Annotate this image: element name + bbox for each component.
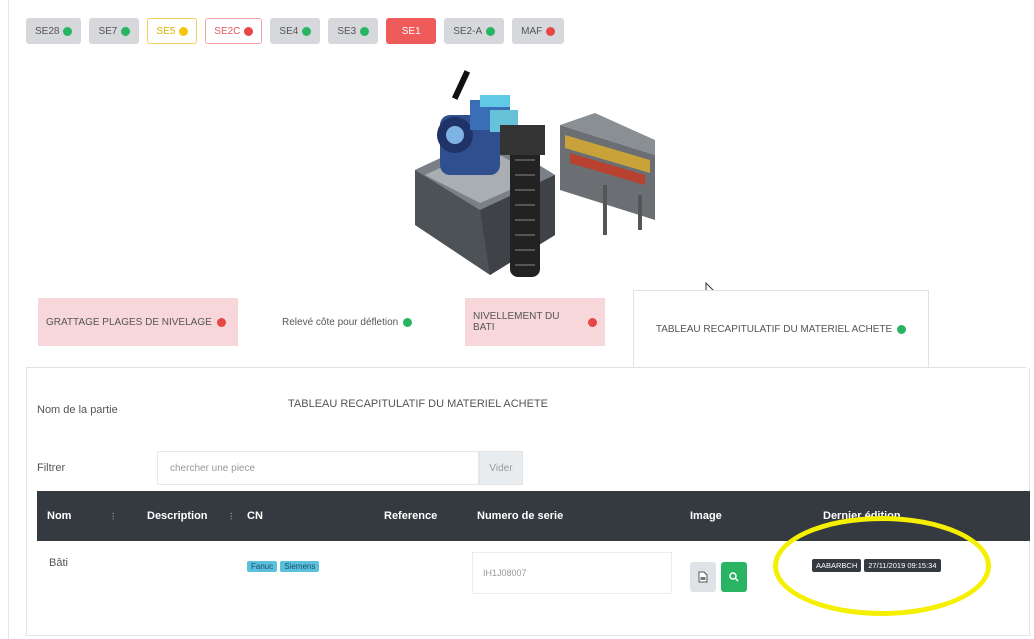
status-dot [588, 317, 597, 327]
tab-releve-cote[interactable]: Relevé côte pour défletion [274, 298, 434, 346]
column-header-cn[interactable]: CN [247, 491, 263, 541]
machine-image [415, 70, 655, 277]
status-dot [486, 26, 496, 36]
search-image-button[interactable] [721, 562, 747, 592]
cn-badge: Siemens [280, 561, 320, 572]
tab-grattage-plages[interactable]: GRATTAGE PLAGES DE NIVELAGE [38, 298, 238, 346]
station-pill-se5[interactable]: SE5 [147, 18, 198, 44]
view-image-button[interactable] [690, 562, 716, 592]
cn-badge: Fanuc [247, 561, 278, 572]
serial-number-input[interactable] [472, 552, 672, 594]
station-pill-maf[interactable]: MAF [512, 18, 565, 44]
station-pill-se1[interactable]: SE1 [386, 18, 437, 44]
column-header-numero-serie[interactable]: Numero de serie [477, 491, 563, 541]
clear-filter-button[interactable]: Vider [479, 451, 523, 485]
column-header-image[interactable]: Image [690, 491, 722, 541]
cell-cn: Fanuc Siemens [247, 560, 322, 572]
highlight-annotation [773, 516, 991, 616]
filter-label: Filtrer [37, 462, 66, 474]
status-dot [63, 26, 73, 36]
page-left-rule [8, 0, 9, 639]
search-input[interactable] [157, 451, 479, 485]
column-header-reference[interactable]: Reference [384, 491, 437, 541]
status-dot [403, 317, 413, 327]
status-dot [897, 325, 907, 334]
station-pill-se3[interactable]: SE3 [328, 18, 379, 44]
part-name-label: Nom de la partie [37, 404, 118, 416]
status-dot [360, 26, 370, 36]
status-dot [216, 317, 226, 327]
search-icon [729, 572, 739, 582]
station-pill-se4[interactable]: SE4 [270, 18, 321, 44]
station-pill-se28[interactable]: SE28 [26, 18, 82, 44]
column-header-nom[interactable]: Nom ⁝ [47, 491, 115, 541]
status-dot [244, 26, 254, 36]
station-pill-se2c[interactable]: SE2C [205, 18, 263, 44]
status-dot [546, 26, 556, 36]
column-header-description[interactable]: Description ⁝ [147, 491, 233, 541]
cell-nom: Bâti [49, 557, 68, 569]
file-icon [698, 571, 708, 583]
station-pill-se7[interactable]: SE7 [89, 18, 140, 44]
part-tabs: GRATTAGE PLAGES DE NIVELAGE Relevé côte … [26, 290, 1026, 368]
part-name-value: TABLEAU RECAPITULATIF DU MATERIEL ACHETE [288, 398, 548, 410]
status-dot [179, 26, 189, 36]
status-dot [302, 26, 312, 36]
station-bar: SE28 SE7 SE5 SE2C SE4 SE3 SE1 SE2-A MAF [26, 18, 565, 44]
tab-tableau-recapitulatif[interactable]: TABLEAU RECAPITULATIF DU MATERIEL ACHETE [633, 290, 929, 368]
tab-nivellement-bati[interactable]: NIVELLEMENT DU BATI [465, 298, 605, 346]
station-pill-se2a[interactable]: SE2-A [444, 18, 505, 44]
status-dot [121, 26, 131, 36]
